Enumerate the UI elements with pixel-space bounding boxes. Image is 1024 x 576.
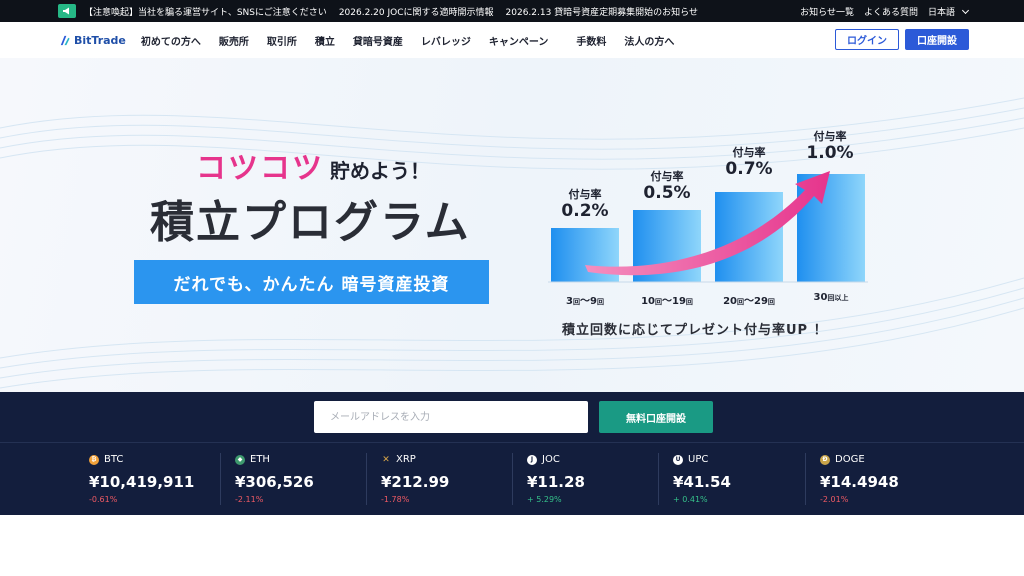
notice-links: お知らせ一覧 よくある質問 日本語 [800, 0, 970, 22]
nav-item-fees[interactable]: 手数料 [576, 33, 606, 48]
notice-item[interactable]: 【注意喚起】当社を騙る運営サイト、SNSにご注意ください [84, 5, 327, 18]
ticker-price: ¥41.54 [673, 473, 731, 491]
faq-link[interactable]: よくある質問 [864, 5, 918, 18]
nav-item-savings[interactable]: 積立 [315, 33, 335, 48]
hero-banner[interactable]: コツコツ 貯めよう！ 積立プログラム だれでも、かんたん 暗号資産投資 付与率 … [0, 58, 1024, 392]
free-account-button[interactable]: 無料口座開設 [599, 401, 713, 433]
ticker-change: -2.01% [820, 495, 849, 504]
rate-label-2: 付与率 0.5% [643, 170, 691, 203]
ticker-price: ¥212.99 [381, 473, 450, 491]
divider [366, 453, 367, 505]
range-label-4: 30回以上 [813, 292, 849, 303]
ticker-symbol: ETH [250, 454, 270, 465]
ticker-symbol: UPC [688, 454, 709, 465]
nav-item-sales[interactable]: 販売所 [219, 33, 249, 48]
range-label-3: 20回〜29回 [723, 296, 775, 307]
nav-item-beginners[interactable]: 初めての方へ [141, 33, 201, 48]
bitcoin-icon: ₿ [89, 454, 99, 465]
rate-label-1: 付与率 0.2% [561, 188, 609, 221]
divider [220, 453, 221, 505]
ticker-change: + 0.41% [673, 495, 708, 504]
ticker-price: ¥11.28 [527, 473, 585, 491]
header-buttons: ログイン 口座開設 [835, 29, 969, 50]
notice-item[interactable]: 2026.2.20 JOCに関する適時開示情報 [339, 5, 494, 18]
xrp-icon: ✕ [382, 454, 390, 465]
megaphone-icon [58, 4, 76, 18]
divider [805, 453, 806, 505]
ticker-symbol: DOGE [835, 454, 865, 465]
bittrade-logo-icon [60, 35, 70, 45]
ticker-price: ¥10,419,911 [89, 473, 195, 491]
language-selector[interactable]: 日本語 [927, 5, 970, 18]
notice-bar: 【注意喚起】当社を騙る運営サイト、SNSにご注意ください 2026.2.20 J… [0, 0, 1024, 22]
site-header: BitTrade 初めての方へ 販売所 取引所 積立 貸暗号資産 レバレッジ キ… [0, 22, 1024, 58]
divider [658, 453, 659, 505]
notice-item[interactable]: 2026.2.13 貸暗号資産定期募集開始のお知らせ [506, 5, 699, 18]
nav-item-leverage[interactable]: レバレッジ [421, 33, 471, 48]
logo-text: BitTrade [74, 33, 126, 47]
logo[interactable]: BitTrade [58, 34, 126, 47]
range-label-2: 10回〜19回 [641, 296, 693, 307]
nav-item-lending[interactable]: 貸暗号資産 [353, 33, 403, 48]
language-label: 日本語 [927, 7, 955, 18]
rate-label-3: 付与率 0.7% [725, 146, 773, 179]
login-button[interactable]: ログイン [835, 29, 899, 50]
main-nav: 初めての方へ 販売所 取引所 積立 貸暗号資産 レバレッジ キャンペーン 手数料… [141, 33, 693, 48]
ticker-symbol: XRP [396, 454, 416, 465]
dogecoin-icon: Ð [820, 454, 830, 465]
ethereum-icon: ◆ [235, 454, 245, 465]
ticker-change: + 5.29% [527, 495, 562, 504]
email-input[interactable] [314, 401, 588, 433]
hero-caption: 積立回数に応じてプレゼント付与率UP ！ [562, 323, 828, 338]
nav-item-corporate[interactable]: 法人の方へ [624, 33, 674, 48]
rate-label-4: 付与率 1.0% [806, 130, 854, 163]
price-ticker: ₿ BTC ¥10,419,911 -0.61% ◆ ETH ¥306,526 -2… [0, 442, 1024, 515]
signup-band: 無料口座開設 [0, 392, 1024, 442]
ticker-price: ¥306,526 [235, 473, 314, 491]
upc-icon: U [673, 454, 683, 465]
chevron-down-icon [961, 6, 970, 14]
ticker-change: -1.78% [381, 495, 410, 504]
open-account-button[interactable]: 口座開設 [905, 29, 969, 50]
range-label-1: 3回〜9回 [566, 296, 604, 307]
ticker-price: ¥14.4948 [820, 473, 899, 491]
news-list-link[interactable]: お知らせ一覧 [800, 5, 854, 18]
ticker-symbol: BTC [104, 454, 124, 465]
divider [512, 453, 513, 505]
nav-item-campaign[interactable]: キャンペーン [489, 33, 549, 48]
ticker-change: -0.61% [89, 495, 118, 504]
rate-bar-graphic [548, 171, 868, 283]
ticker-symbol: JOC [542, 454, 560, 465]
nav-item-exchange[interactable]: 取引所 [267, 33, 297, 48]
notice-items: 【注意喚起】当社を騙る運営サイト、SNSにご注意ください 2026.2.20 J… [84, 5, 710, 18]
joc-icon: J [527, 454, 537, 465]
ticker-change: -2.11% [235, 495, 264, 504]
growth-arrow [585, 171, 830, 276]
